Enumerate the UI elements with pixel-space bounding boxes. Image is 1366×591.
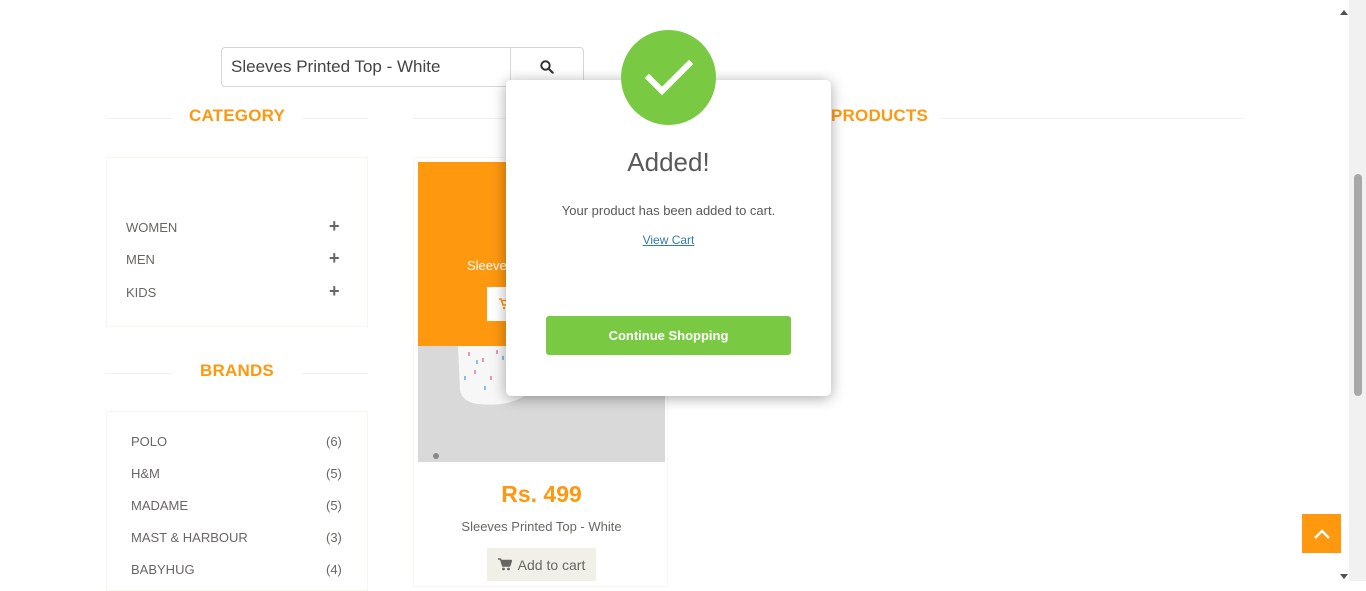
view-cart-wrapper: View Cart: [506, 233, 831, 247]
brand-count: (3): [326, 530, 342, 545]
brand-item-polo[interactable]: POLO: [131, 434, 167, 449]
add-to-cart-label: Add to cart: [517, 556, 586, 573]
divider: [302, 373, 368, 374]
scrollbar-thumb[interactable]: [1354, 174, 1362, 396]
category-item-women[interactable]: WOMEN: [126, 220, 177, 235]
expand-kids-icon[interactable]: +: [329, 281, 340, 302]
brand-count: (5): [326, 466, 342, 481]
product-price: Rs. 499: [501, 481, 582, 507]
modal-title: Added!: [627, 147, 710, 177]
expand-women-icon[interactable]: +: [329, 216, 340, 237]
add-to-cart-button[interactable]: Add to cart: [487, 548, 596, 581]
view-cart-link[interactable]: View Cart: [643, 233, 695, 247]
brand-count: (5): [326, 498, 342, 513]
scroll-up-arrow-icon[interactable]: [1339, 3, 1349, 21]
scroll-down-arrow-icon[interactable]: [1339, 568, 1349, 586]
brand-item-madame[interactable]: MADAME: [131, 498, 188, 513]
divider: [939, 118, 1245, 119]
divider: [413, 118, 508, 119]
divider: [106, 118, 172, 119]
search-icon: [540, 60, 554, 74]
search-input[interactable]: [221, 47, 519, 87]
cart-icon: [497, 558, 512, 571]
brand-count: (6): [326, 434, 342, 449]
brand-item-babyhug[interactable]: BABYHUG: [131, 562, 195, 577]
chevron-up-icon: [1313, 528, 1330, 539]
category-title: CATEGORY: [188, 106, 286, 125]
brands-title: BRANDS: [200, 361, 274, 380]
success-icon: [621, 30, 716, 125]
category-item-kids[interactable]: KIDS: [126, 285, 156, 300]
category-item-men[interactable]: MEN: [126, 252, 155, 267]
brand-count: (4): [326, 562, 342, 577]
modal-message: Your product has been added to cart.: [561, 203, 776, 218]
brand-item-hm[interactable]: H&M: [131, 466, 160, 481]
scroll-to-top-button[interactable]: [1302, 514, 1341, 553]
brand-item-mast-harbour[interactable]: MAST & HARBOUR: [131, 530, 248, 545]
product-name: Sleeves Printed Top - White: [461, 519, 622, 534]
divider: [302, 118, 368, 119]
divider: [106, 373, 172, 374]
checkmark-icon: [644, 59, 693, 95]
products-title: PRODUCTS: [831, 106, 928, 125]
continue-shopping-button[interactable]: Continue Shopping: [546, 316, 791, 355]
expand-men-icon[interactable]: +: [329, 248, 340, 269]
